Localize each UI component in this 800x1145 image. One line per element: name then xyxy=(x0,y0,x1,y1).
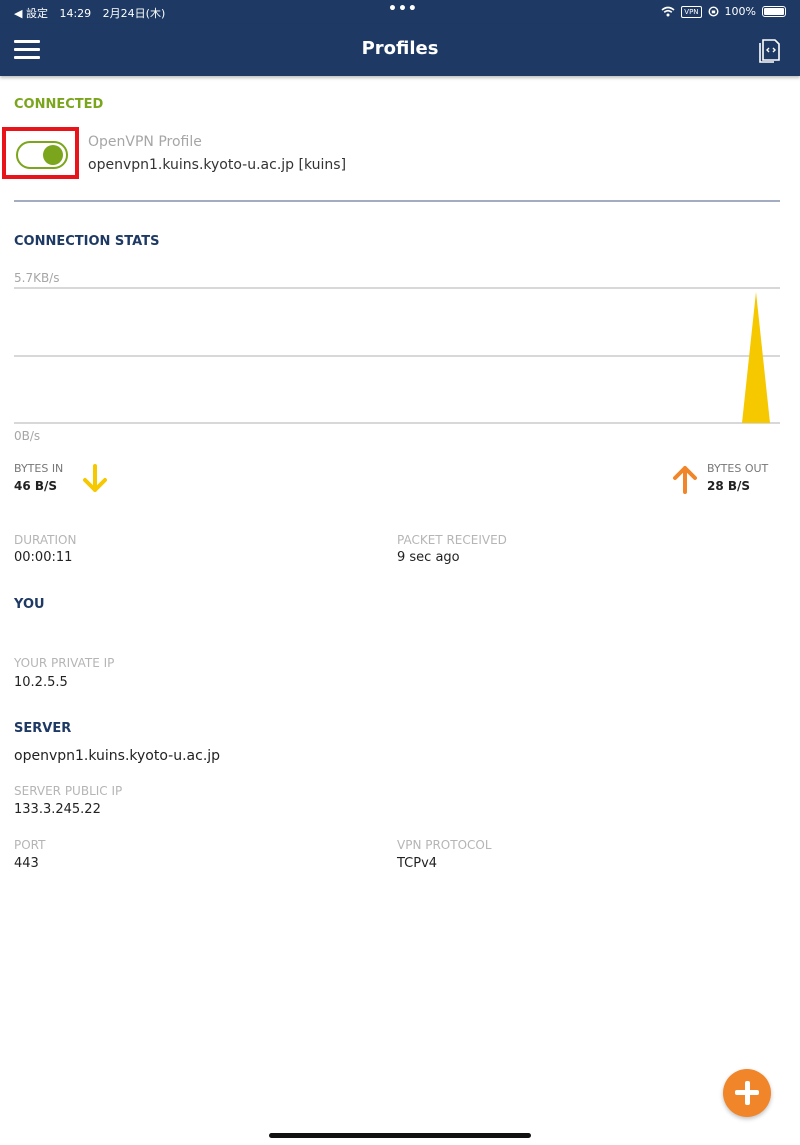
nav-bar: Profiles xyxy=(0,24,800,76)
multitask-dots[interactable]: ••• xyxy=(388,1,418,17)
bytes-out-label: BYTES OUT xyxy=(707,462,769,475)
port-value: 443 xyxy=(14,856,39,871)
connection-toggle[interactable] xyxy=(16,141,68,169)
profile-name[interactable]: openvpn1.kuins.kyoto-u.ac.jp [kuins] xyxy=(88,157,346,173)
add-profile-button[interactable] xyxy=(723,1069,771,1117)
connection-status: CONNECTED xyxy=(14,97,104,112)
packet-received-value: 9 sec ago xyxy=(397,550,460,565)
vpn-protocol-value: TCPv4 xyxy=(397,856,438,871)
bytes-out-value: 28 B/S xyxy=(707,479,751,493)
bytes-in-label: BYTES IN xyxy=(14,462,64,475)
orientation-lock-icon xyxy=(708,6,719,17)
arrow-down-icon xyxy=(83,464,107,492)
status-time: 14:29 xyxy=(59,7,92,20)
private-ip-value: 10.2.5.5 xyxy=(14,675,68,690)
import-profile-icon[interactable] xyxy=(758,37,782,63)
chart-max-label: 5.7KB/s xyxy=(14,271,60,285)
you-title: YOU xyxy=(14,597,45,612)
port-label: PORT xyxy=(14,838,46,852)
server-public-ip-label: SERVER PUBLIC IP xyxy=(14,784,123,798)
profile-type: OpenVPN Profile xyxy=(88,134,202,150)
duration-label: DURATION xyxy=(14,533,77,547)
plus-icon-stem xyxy=(744,1081,750,1105)
vpn-protocol-label: VPN PROTOCOL xyxy=(397,838,492,852)
server-host: openvpn1.kuins.kyoto-u.ac.jp xyxy=(14,748,221,764)
status-bar-left: ◀ 設定 14:29 2月24日(木) xyxy=(14,5,173,21)
back-to-settings[interactable]: ◀ 設定 xyxy=(14,7,48,20)
server-title: SERVER xyxy=(14,721,72,736)
battery-percent: 100% xyxy=(724,5,756,18)
traffic-chart xyxy=(14,287,780,424)
vpn-badge-icon: VPN xyxy=(681,5,702,18)
status-bar-right: VPN 100% xyxy=(661,5,786,18)
chart-min-label: 0B/s xyxy=(14,429,41,443)
battery-icon xyxy=(762,6,786,17)
page-title: Profiles xyxy=(361,38,439,59)
connection-stats-title: CONNECTION STATS xyxy=(14,234,160,249)
bytes-in-spike xyxy=(742,292,770,423)
private-ip-label: YOUR PRIVATE IP xyxy=(14,656,115,670)
toggle-highlight xyxy=(2,127,79,179)
status-date: 2月24日(木) xyxy=(102,7,166,20)
server-public-ip-value: 133.3.245.22 xyxy=(14,802,101,817)
section-divider xyxy=(14,200,780,202)
status-bar: ◀ 設定 14:29 2月24日(木) ••• VPN 100% xyxy=(0,0,800,24)
toggle-knob xyxy=(43,145,63,165)
home-indicator[interactable] xyxy=(269,1133,531,1138)
wifi-icon xyxy=(661,6,675,17)
packet-received-label: PACKET RECEIVED xyxy=(397,533,507,547)
arrow-up-icon xyxy=(673,466,697,494)
bytes-in-value: 46 B/S xyxy=(14,479,58,493)
duration-value: 00:00:11 xyxy=(14,550,73,565)
